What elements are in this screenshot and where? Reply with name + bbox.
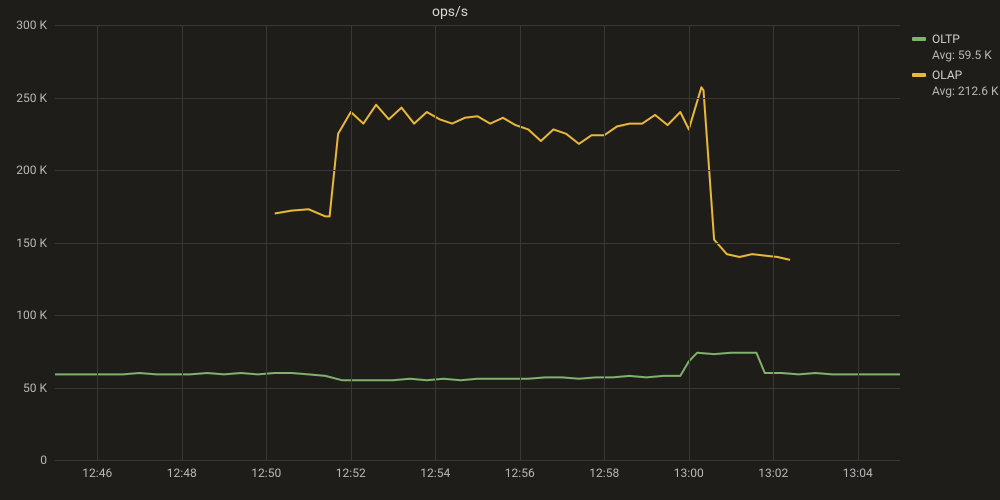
grid-line	[435, 25, 436, 460]
grid-line	[182, 25, 183, 460]
legend-label: OLTP	[932, 32, 960, 46]
x-axis-tick: 12:52	[336, 466, 366, 480]
series-line-olap	[275, 87, 790, 260]
x-axis-tick: 13:04	[843, 466, 873, 480]
plot-area: 050 K100 K150 K200 K250 K300 K12:4612:48…	[55, 25, 900, 460]
grid-line	[55, 460, 900, 461]
legend-label: OLAP	[932, 68, 962, 82]
legend-avg: Avg: 212.6 K	[932, 84, 999, 98]
y-axis-tick: 50 K	[23, 381, 47, 395]
x-axis-tick: 12:46	[82, 466, 112, 480]
legend-item-olap[interactable]: OLAP	[912, 68, 999, 82]
y-axis-tick: 100 K	[16, 308, 47, 322]
grid-line	[773, 25, 774, 460]
y-axis-tick: 150 K	[16, 236, 47, 250]
x-axis-tick: 13:02	[758, 466, 788, 480]
grid-line	[604, 25, 605, 460]
x-axis-tick: 12:48	[167, 466, 197, 480]
x-axis-tick: 12:58	[589, 466, 619, 480]
x-axis-tick: 12:50	[251, 466, 281, 480]
chart-title: ops/s	[0, 4, 900, 20]
x-axis-tick: 12:56	[505, 466, 535, 480]
legend-item-oltp[interactable]: OLTP	[912, 32, 999, 46]
x-axis-tick: 12:54	[420, 466, 450, 480]
grid-line	[858, 25, 859, 460]
y-axis-tick: 0	[40, 453, 47, 467]
grid-line	[266, 25, 267, 460]
y-axis-tick: 300 K	[16, 18, 47, 32]
grid-line	[97, 25, 98, 460]
grid-line	[520, 25, 521, 460]
y-axis-tick: 200 K	[16, 163, 47, 177]
legend-swatch	[912, 73, 926, 77]
grid-line	[689, 25, 690, 460]
legend-swatch	[912, 37, 926, 41]
legend: OLTP Avg: 59.5 K OLAP Avg: 212.6 K	[912, 32, 999, 104]
y-axis-tick: 250 K	[16, 91, 47, 105]
legend-avg: Avg: 59.5 K	[932, 48, 999, 62]
x-axis-tick: 13:00	[674, 466, 704, 480]
grid-line	[351, 25, 352, 460]
chart-container: ops/s 050 K100 K150 K200 K250 K300 K12:4…	[0, 0, 1000, 500]
